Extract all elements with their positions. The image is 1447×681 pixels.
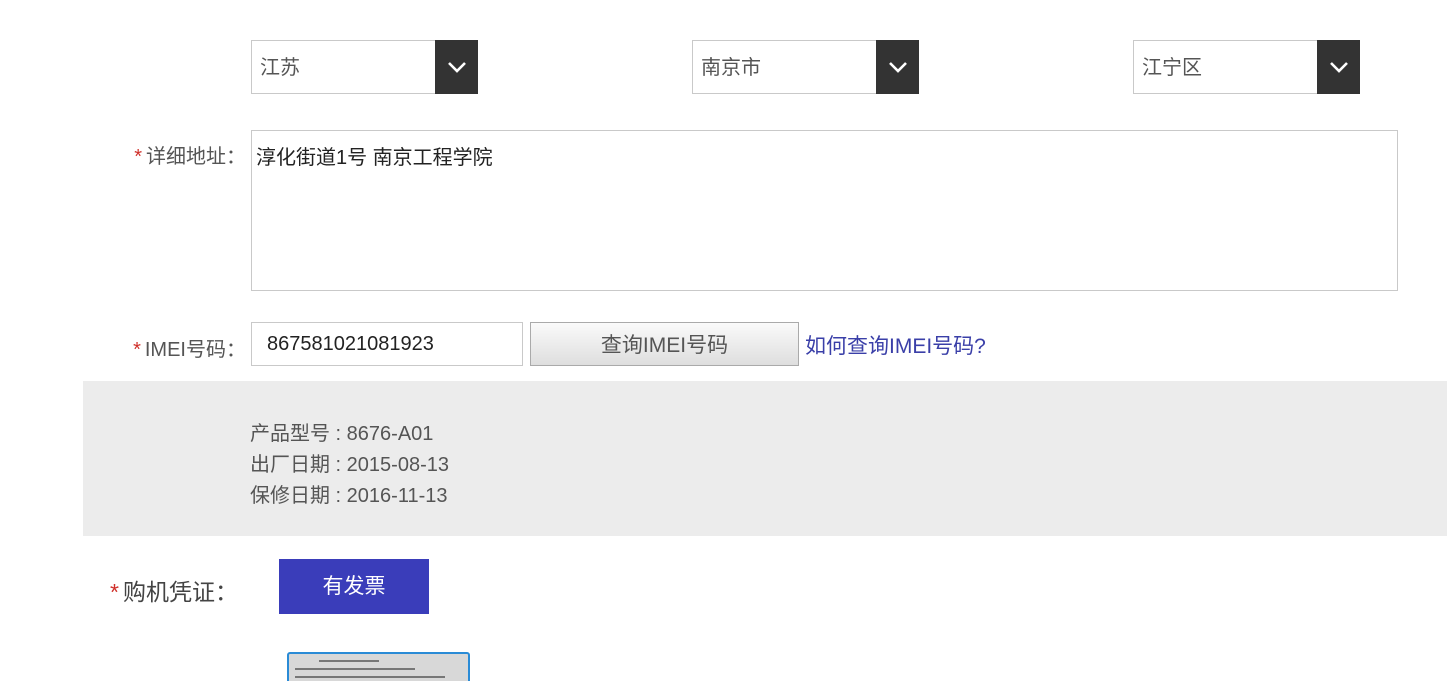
chevron-down-icon[interactable] bbox=[876, 40, 919, 94]
thumb-text-line bbox=[295, 668, 415, 670]
query-imei-button[interactable]: 查询IMEI号码 bbox=[530, 322, 799, 366]
invoice-button[interactable]: 有发票 bbox=[279, 559, 429, 614]
thumb-text-line bbox=[319, 660, 379, 662]
address-label: * 详细地址： bbox=[134, 140, 246, 169]
warranty-date: 保修日期 : 2016-11-13 bbox=[250, 485, 448, 507]
invoice-image-thumbnail[interactable] bbox=[287, 652, 470, 681]
imei-label: * IMEI号码： bbox=[133, 333, 246, 362]
imei-help-link[interactable]: 如何查询IMEI号码? bbox=[805, 330, 986, 360]
city-value: 南京市 bbox=[701, 57, 761, 79]
address-textarea[interactable]: 淳化街道1号 南京工程学院 bbox=[251, 130, 1398, 291]
imei-input[interactable]: 867581021081923 bbox=[251, 322, 523, 366]
chevron-down-icon[interactable] bbox=[435, 40, 478, 94]
district-value: 江宁区 bbox=[1142, 57, 1202, 79]
product-model: 产品型号 : 8676-A01 bbox=[250, 423, 434, 445]
required-mark: * bbox=[110, 579, 119, 605]
purchase-proof-label-text: 购机凭证： bbox=[122, 579, 238, 605]
thumb-text-line bbox=[295, 676, 445, 678]
city-select[interactable]: 南京市 bbox=[692, 40, 919, 94]
repair-form: 江苏 南京市 江宁区 * 详细地址： 淳化街道1号 南京工程学院 * IMEI号码：… bbox=[0, 0, 1447, 681]
chevron-down-icon[interactable] bbox=[1317, 40, 1360, 94]
province-select[interactable]: 江苏 bbox=[251, 40, 478, 94]
address-value: 淳化街道1号 南京工程学院 bbox=[256, 147, 493, 169]
address-label-text: 详细地址： bbox=[146, 146, 246, 168]
province-value: 江苏 bbox=[260, 57, 300, 79]
product-info-panel: 产品型号 : 8676-A01 出厂日期 : 2015-08-13 保修日期 :… bbox=[83, 381, 1447, 536]
purchase-proof-label: * 购机凭证： bbox=[110, 573, 238, 607]
district-select[interactable]: 江宁区 bbox=[1133, 40, 1360, 94]
required-mark: * bbox=[133, 339, 141, 361]
imei-label-text: IMEI号码： bbox=[144, 339, 246, 361]
required-mark: * bbox=[134, 146, 142, 168]
manufacture-date: 出厂日期 : 2015-08-13 bbox=[250, 454, 449, 476]
